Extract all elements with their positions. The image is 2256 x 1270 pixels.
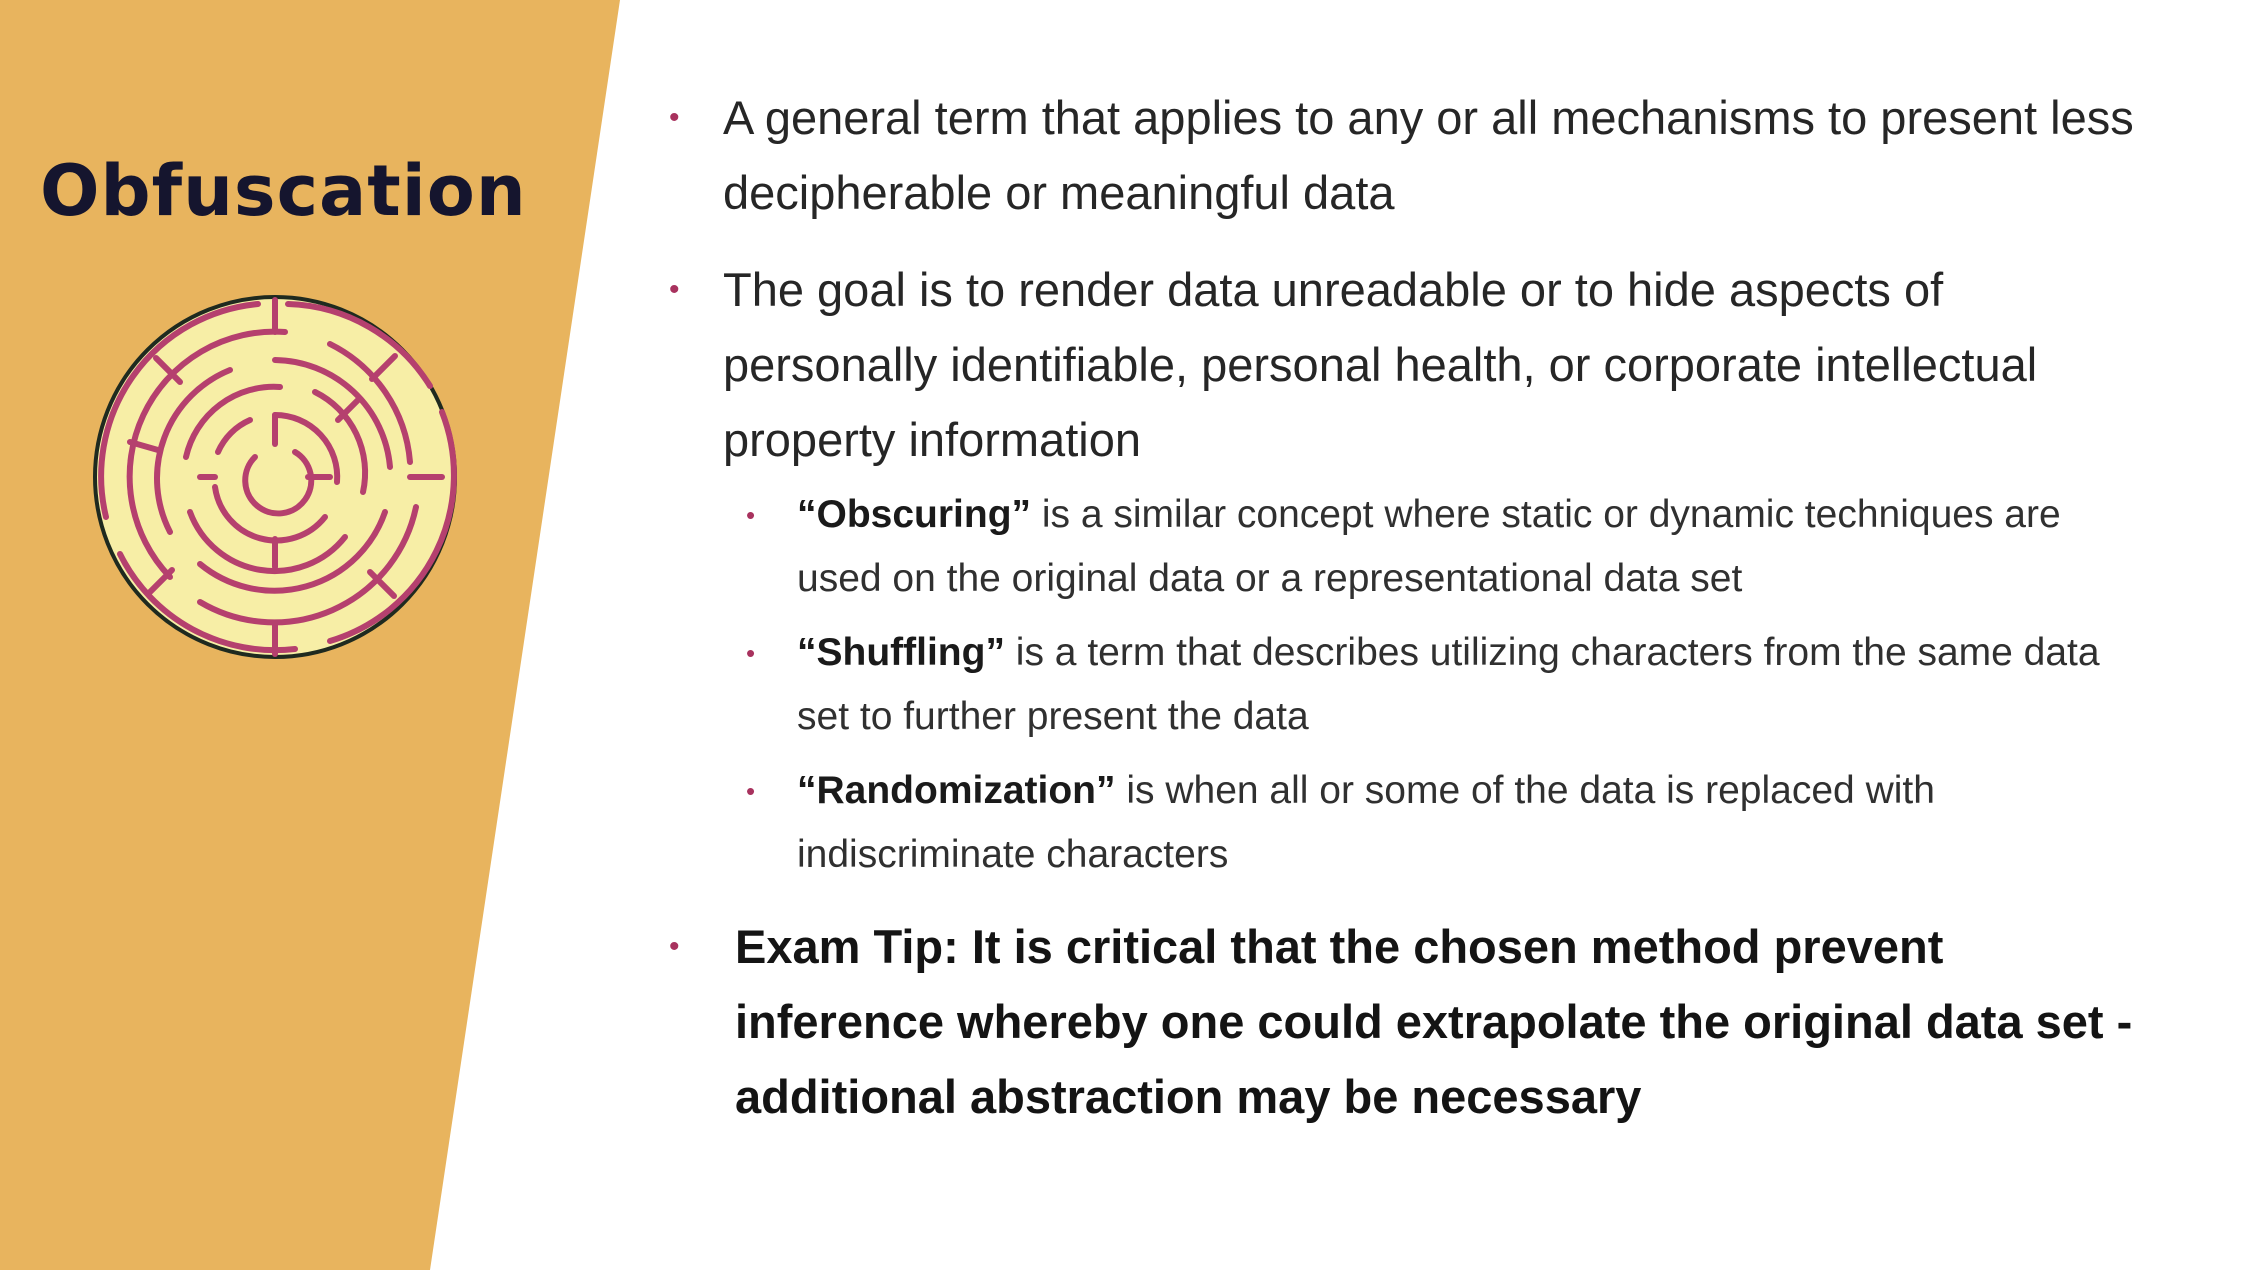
- term-obscuring: “Obscuring”: [797, 493, 1032, 536]
- bullet-dot: •: [746, 776, 756, 806]
- sub-bullet-obscuring: • “Obscuring” is a similar concept where…: [746, 483, 2140, 611]
- bullet-dot: •: [669, 273, 680, 306]
- bullet-dot: •: [669, 101, 680, 134]
- bullet-dot: •: [746, 500, 756, 530]
- term-randomization: “Randomization”: [797, 769, 1116, 812]
- slide-content: • A general term that applies to any or …: [660, 80, 2140, 1134]
- bullet-exam-tip: • Exam Tip: It is critical that the chos…: [660, 909, 2140, 1134]
- sub-bullet-randomization: • “Randomization” is when all or some of…: [746, 759, 2140, 887]
- bullet-dot: •: [669, 930, 680, 963]
- maze-icon: [93, 295, 457, 659]
- sub-bullet-list: • “Obscuring” is a similar concept where…: [746, 483, 2140, 887]
- bullet-text: The goal is to render data unreadable or…: [723, 263, 2038, 466]
- term-shuffling: “Shuffling”: [797, 631, 1005, 674]
- bullet-text: A general term that applies to any or al…: [723, 91, 2134, 219]
- slide: Obfuscation • A general term that applie…: [0, 0, 2256, 1270]
- sub-bullet-shuffling: • “Shuffling” is a term that describes u…: [746, 621, 2140, 749]
- bullet-general-term: • A general term that applies to any or …: [660, 80, 2140, 230]
- bullet-dot: •: [746, 638, 756, 668]
- slide-title: Obfuscation: [40, 150, 527, 232]
- bullet-goal: • The goal is to render data unreadable …: [660, 252, 2140, 477]
- exam-tip-text: Exam Tip: It is critical that the chosen…: [735, 920, 2133, 1123]
